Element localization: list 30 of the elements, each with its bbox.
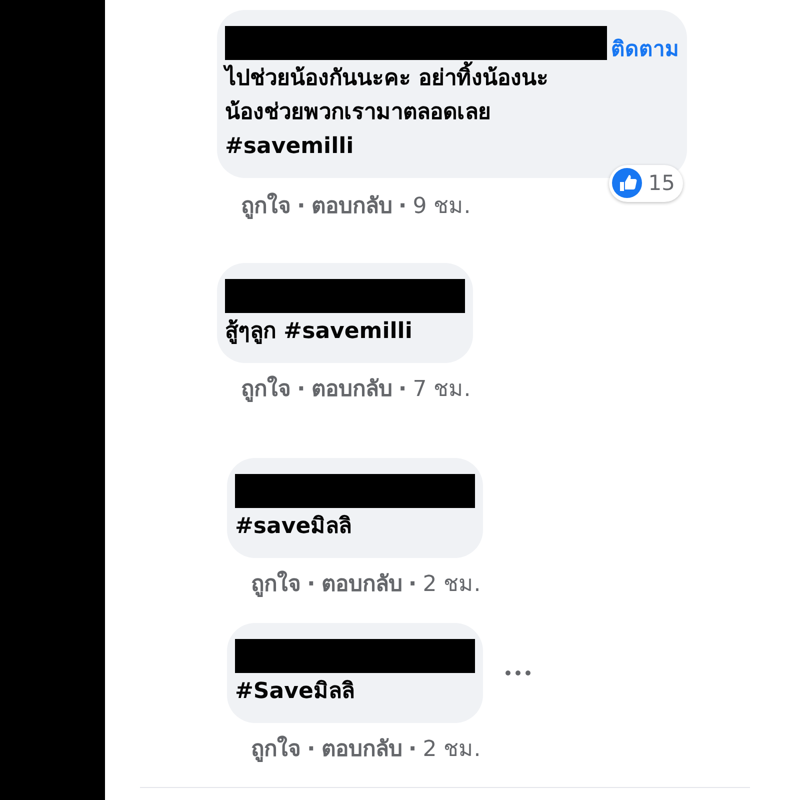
- comment-time: 2 ชม.: [422, 736, 481, 764]
- separator-dot: ·: [408, 571, 417, 599]
- comment-action-link[interactable]: ถูกใจ: [241, 190, 291, 223]
- thumbs-up-icon: [612, 168, 642, 198]
- separator-dot: ·: [307, 571, 316, 599]
- comment-action-link[interactable]: ตอบกลับ: [311, 190, 392, 223]
- more-options-button[interactable]: [503, 669, 533, 677]
- separator-dot: ·: [398, 193, 407, 221]
- comment-action-link[interactable]: ถูกใจ: [241, 373, 291, 406]
- separator-dot: ·: [297, 193, 306, 221]
- separator-dot: ·: [408, 736, 417, 764]
- reaction-count: 15: [648, 170, 675, 196]
- comment-action-link[interactable]: ถูกใจ: [251, 568, 301, 601]
- comment-action-link[interactable]: ตอบกลับ: [321, 568, 402, 601]
- ellipsis-icon: [503, 669, 533, 677]
- comment-action-link[interactable]: ตอบกลับ: [311, 373, 392, 406]
- comment-time: 9 ชม.: [412, 193, 471, 221]
- comment-text: #Saveมิลลิ: [235, 678, 356, 706]
- reaction-badge[interactable]: 15: [609, 164, 683, 202]
- comment-text: #saveมิลลิ: [235, 513, 353, 541]
- separator-dot: ·: [398, 376, 407, 404]
- comment-action-link[interactable]: ตอบกลับ: [321, 733, 402, 766]
- comment-time: 2 ชม.: [422, 571, 481, 599]
- comment-text: ไปช่วยน้องกันนะคะ อย่าทิ้งน้องนะ น้องช่วยพวกเรามาตลอดเลย #savemilli: [225, 62, 665, 164]
- follow-link[interactable]: ติดตาม: [611, 39, 679, 60]
- separator-dot: ·: [307, 736, 316, 764]
- comment-action-link[interactable]: ถูกใจ: [251, 733, 301, 766]
- comment-time: 7 ชม.: [412, 376, 471, 404]
- separator-dot: ·: [297, 376, 306, 404]
- comment-text: สู้ๆลูก #savemilli: [225, 318, 414, 346]
